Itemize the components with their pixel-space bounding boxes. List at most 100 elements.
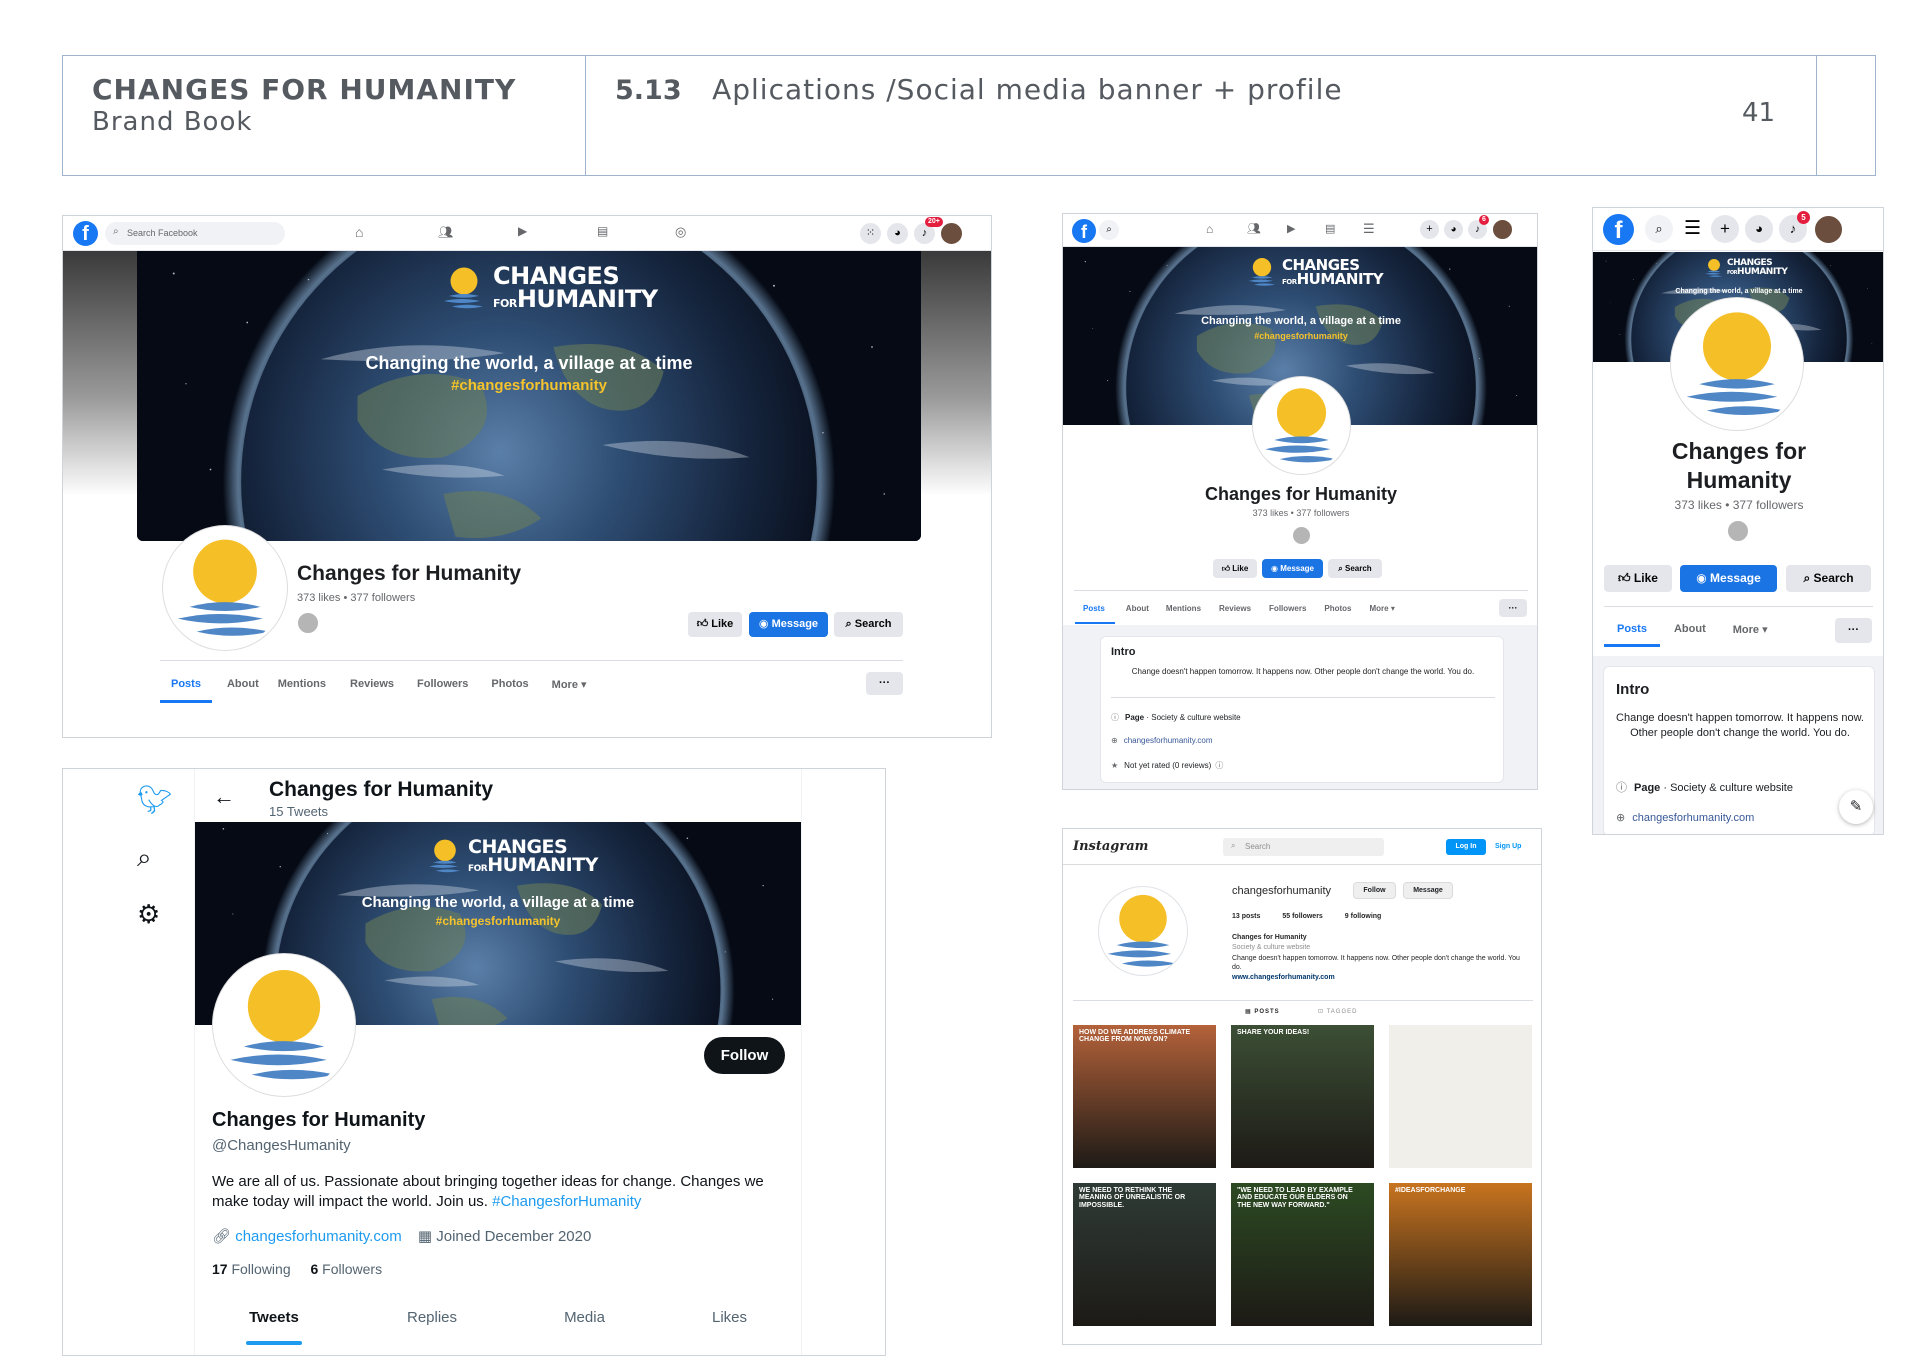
search-icon[interactable]: ⌕ — [1645, 215, 1673, 243]
ig-post-tile[interactable]: #IDEASFORCHANGE — [1389, 1183, 1532, 1326]
messenger-icon[interactable]: ◕ — [1745, 215, 1773, 243]
instagram-logo[interactable]: Instagram — [1073, 839, 1148, 854]
ig-post-tile[interactable] — [1389, 1025, 1532, 1168]
tab-posts[interactable]: Posts — [1617, 623, 1647, 636]
create-icon[interactable]: + — [1420, 220, 1439, 239]
following-link[interactable]: 17 Following — [212, 1261, 291, 1277]
like-label: Like — [711, 618, 734, 630]
search-button[interactable]: ⌕ Search — [834, 612, 903, 637]
follow-button[interactable]: Follow — [704, 1037, 785, 1074]
followers-link[interactable]: 6 Followers — [311, 1261, 383, 1277]
like-button[interactable]: 👍︎ Like — [1604, 565, 1672, 592]
tab-more[interactable]: More ▾ — [1370, 604, 1395, 613]
page-avatar[interactable] — [163, 526, 287, 650]
profile-avatar[interactable] — [1492, 219, 1513, 240]
ig-search-box[interactable]: ⌕ Search — [1223, 838, 1384, 856]
message-button[interactable]: ◉ Message — [1262, 559, 1323, 578]
facebook-logo-icon[interactable]: f — [1072, 219, 1096, 243]
message-button[interactable]: ◉ Message — [749, 612, 828, 637]
messenger-icon[interactable]: ◕ — [887, 223, 908, 244]
friends-icon[interactable]: 👥︎ — [438, 225, 453, 239]
ig-post-tile[interactable]: SHARE YOUR IDEAS! — [1231, 1025, 1374, 1168]
page-avatar[interactable] — [1671, 298, 1803, 430]
marketplace-icon[interactable]: ▤ — [1325, 222, 1335, 235]
more-options-button[interactable]: ··· — [1835, 618, 1872, 643]
more-options-button[interactable]: ··· — [866, 672, 903, 695]
tab-likes[interactable]: Likes — [658, 1309, 801, 1326]
like-button[interactable]: 👍︎ Like — [1213, 559, 1257, 578]
tab-replies[interactable]: Replies — [353, 1309, 511, 1326]
facebook-logo-icon[interactable]: f — [73, 221, 98, 246]
page-avatar[interactable] — [1253, 377, 1350, 474]
like-label: Like — [1232, 564, 1249, 573]
groups-icon[interactable]: ◎ — [675, 224, 686, 240]
menu-icon[interactable]: ☰ — [1684, 217, 1701, 240]
tab-about[interactable]: About — [1674, 623, 1706, 636]
profile-avatar[interactable] — [213, 954, 355, 1096]
messenger-icon[interactable]: ◕ — [1444, 220, 1463, 239]
ig-message-button[interactable]: Message — [1403, 882, 1453, 899]
tab-reviews[interactable]: Reviews — [350, 678, 394, 691]
tab-posts[interactable]: Posts — [171, 678, 201, 691]
watch-icon[interactable]: ▶ — [518, 224, 527, 238]
page-cell — [1815, 56, 1875, 175]
like-button[interactable]: 👍︎ Like — [688, 612, 742, 637]
ig-follow-button[interactable]: Follow — [1353, 882, 1396, 899]
message-button[interactable]: ◉ Message — [1680, 565, 1777, 592]
twitter-bird-icon[interactable]: 🐦︎ — [137, 783, 173, 816]
home-icon[interactable]: ⌂ — [1206, 222, 1213, 236]
friends-icon[interactable]: 👥︎ — [1247, 222, 1261, 235]
tab-mentions[interactable]: Mentions — [278, 678, 326, 691]
tab-more[interactable]: More ▾ — [1733, 623, 1768, 636]
website-link[interactable]: changesforhumanity.com — [235, 1228, 401, 1245]
menu-icon[interactable]: ☰ — [1363, 221, 1375, 237]
profile-avatar[interactable] — [1814, 215, 1843, 244]
create-icon[interactable]: + — [1711, 215, 1739, 243]
tab-media[interactable]: Media — [511, 1309, 658, 1326]
tab-mentions[interactable]: Mentions — [1166, 604, 1201, 613]
profile-tabs: Tweets Replies Media Likes — [195, 1309, 801, 1326]
profile-avatar[interactable] — [940, 222, 963, 245]
ig-website-link[interactable]: www.changesforhumanity.com — [1232, 974, 1335, 981]
tab-about[interactable]: About — [1126, 604, 1149, 613]
ig-post-tile[interactable]: "WE NEED TO LEAD BY EXAMPLE AND EDUCATE … — [1231, 1183, 1374, 1326]
login-button[interactable]: Log In — [1446, 839, 1486, 855]
bio-hashtag-link[interactable]: #ChangesforHumanity — [492, 1193, 641, 1210]
ig-tab-tagged[interactable]: ⊡ TAGGED — [1318, 1008, 1357, 1015]
facebook-logo-icon[interactable]: f — [1603, 214, 1634, 245]
signup-link[interactable]: Sign Up — [1495, 843, 1521, 850]
settings-gear-icon[interactable]: ⚙ — [137, 899, 160, 930]
cover-slogan: Changing the world, a village at a time — [1675, 288, 1803, 295]
ig-followers-count[interactable]: 55 followers — [1282, 913, 1322, 920]
explore-search-icon[interactable]: ⌕ — [137, 842, 152, 874]
website-link[interactable]: changesforhumanity.com — [1632, 812, 1754, 824]
tabs-divider — [160, 660, 903, 661]
search-button[interactable]: ⌕ Search — [1328, 559, 1382, 578]
tab-more[interactable]: More ▾ — [552, 678, 587, 691]
ig-tab-posts[interactable]: ▦ POSTS — [1245, 1008, 1280, 1015]
info-icon[interactable]: ⓘ — [1215, 761, 1223, 770]
tab-about[interactable]: About — [227, 678, 259, 691]
fb-search-box[interactable]: ⌕ Search Facebook — [105, 222, 285, 245]
ig-profile-avatar[interactable] — [1098, 886, 1188, 976]
tab-followers[interactable]: Followers — [417, 678, 468, 691]
ig-post-tile[interactable]: HOW DO WE ADDRESS CLIMATE CHANGE FROM NO… — [1073, 1025, 1216, 1168]
website-link[interactable]: changesforhumanity.com — [1124, 736, 1213, 745]
ig-post-tile[interactable]: WE NEED TO RETHINK THE MEANING OF UNREAL… — [1073, 1183, 1216, 1326]
search-icon[interactable]: ⌕ — [1099, 220, 1119, 240]
more-options-button[interactable]: ··· — [1499, 599, 1527, 617]
tab-posts[interactable]: Posts — [1083, 604, 1105, 613]
back-arrow-icon[interactable]: ← — [213, 784, 235, 810]
tab-photos[interactable]: Photos — [491, 678, 528, 691]
tab-tweets[interactable]: Tweets — [195, 1309, 353, 1326]
search-button[interactable]: ⌕ Search — [1786, 565, 1871, 592]
menu-grid-icon[interactable]: ⁙ — [860, 223, 881, 244]
tab-reviews[interactable]: Reviews — [1219, 604, 1251, 613]
watch-icon[interactable]: ▶ — [1287, 222, 1295, 235]
home-icon[interactable]: ⌂ — [355, 224, 363, 240]
marketplace-icon[interactable]: ▤ — [597, 224, 608, 238]
tab-photos[interactable]: Photos — [1324, 604, 1351, 613]
tab-followers[interactable]: Followers — [1269, 604, 1306, 613]
compose-fab-icon[interactable]: ✎ — [1839, 790, 1873, 824]
ig-following-count[interactable]: 9 following — [1345, 913, 1382, 920]
